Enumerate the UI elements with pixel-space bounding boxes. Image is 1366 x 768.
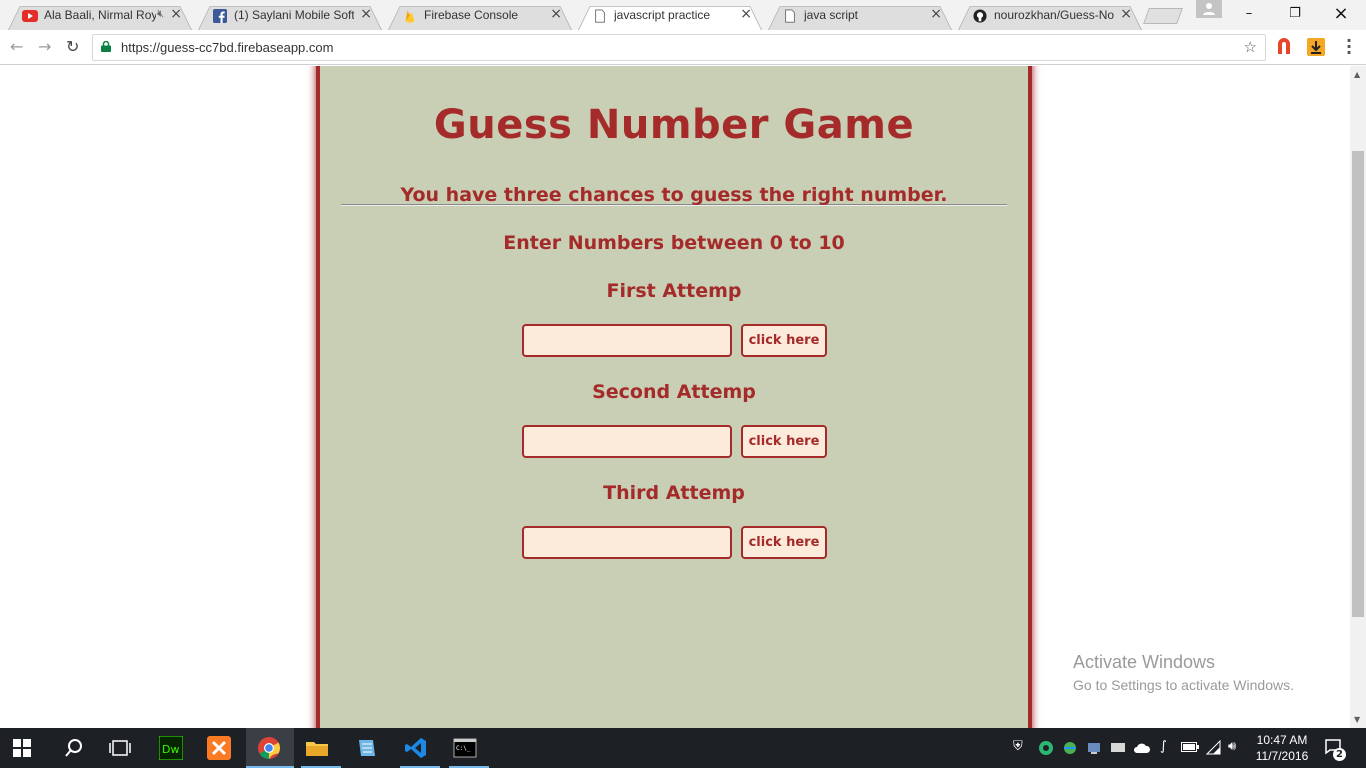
- forward-arrow-icon[interactable]: →: [38, 37, 51, 56]
- page-viewport: Guess Number Game You have three chances…: [0, 66, 1350, 728]
- notepad-icon[interactable]: [355, 736, 379, 760]
- page-icon: [785, 9, 795, 23]
- third-attempt-input[interactable]: [522, 526, 732, 559]
- tab-javascript-practice[interactable]: javascript practice ×: [570, 2, 770, 31]
- third-attempt-label: Third Attemp: [603, 482, 745, 504]
- address-bar[interactable]: https://guess-cc7bd.firebaseapp.com ☆: [92, 34, 1266, 61]
- first-attempt-input[interactable]: [522, 324, 732, 357]
- close-icon[interactable]: ×: [1120, 6, 1132, 22]
- back-arrow-icon[interactable]: ←: [10, 37, 23, 56]
- watermark-subtitle: Go to Settings to activate Windows.: [1073, 677, 1294, 693]
- vertical-scrollbar[interactable]: ▲ ▼: [1350, 66, 1366, 728]
- tab-title: nourozkhan/Guess-No.-: [994, 8, 1114, 22]
- bookmark-star-icon[interactable]: ☆: [1244, 38, 1257, 56]
- scroll-up-arrow-icon[interactable]: ▲: [1354, 70, 1360, 79]
- profile-button[interactable]: [1196, 0, 1222, 18]
- svg-text:Dw: Dw: [162, 743, 179, 756]
- search-icon[interactable]: [62, 736, 86, 760]
- file-explorer-icon[interactable]: [305, 736, 329, 760]
- tab-facebook[interactable]: (1) Saylani Mobile Softw ×: [190, 2, 390, 31]
- close-icon[interactable]: ×: [170, 6, 182, 22]
- lock-icon: [101, 41, 111, 52]
- close-icon[interactable]: ×: [360, 6, 372, 22]
- tab-github[interactable]: nourozkhan/Guess-No.- ×: [950, 2, 1150, 31]
- range-text: Enter Numbers between 0 to 10: [503, 232, 845, 254]
- minimize-button[interactable]: –: [1226, 0, 1272, 28]
- chrome-menu-icon[interactable]: · · ·: [1346, 33, 1352, 61]
- extension-icon[interactable]: [1275, 38, 1293, 56]
- tab-title: Firebase Console: [424, 8, 519, 22]
- third-attempt-button[interactable]: click here: [741, 526, 827, 559]
- restore-button[interactable]: ❐: [1272, 0, 1318, 28]
- intro-text: You have three chances to guess the righ…: [400, 184, 948, 206]
- page-title: Guess Number Game: [433, 102, 915, 148]
- reload-icon[interactable]: ↻: [66, 37, 79, 56]
- close-icon[interactable]: ×: [740, 6, 752, 22]
- system-clock[interactable]: 10:47 AM 11/7/2016: [1254, 732, 1310, 764]
- xampp-icon[interactable]: [207, 736, 231, 760]
- volume-icon[interactable]: 🔊︎: [1228, 739, 1236, 754]
- first-attempt-button[interactable]: click here: [741, 324, 827, 357]
- scroll-down-arrow-icon[interactable]: ▼: [1354, 715, 1360, 724]
- tab-title: Ala Baali, Nirmal Roy: [44, 8, 156, 22]
- taskbar: Dw C:\_ ⛨ ∫ 🔊︎ 10:47 AM 11/7/2016 2: [0, 728, 1366, 768]
- display-icon[interactable]: [1110, 740, 1126, 756]
- visual-studio-code-icon[interactable]: [404, 736, 428, 760]
- security-shield-icon[interactable]: ⛨: [1013, 739, 1023, 754]
- close-icon[interactable]: ×: [930, 6, 942, 22]
- window-close-button[interactable]: ×: [1318, 0, 1364, 28]
- new-tab-button[interactable]: [1143, 8, 1183, 24]
- device-icon[interactable]: [1086, 740, 1102, 756]
- third-attempt-row: click here: [522, 526, 832, 560]
- firebase-icon: [405, 10, 415, 23]
- game-panel: Guess Number Game You have three chances…: [316, 66, 1032, 728]
- command-prompt-icon[interactable]: C:\_: [453, 736, 477, 760]
- second-attempt-button[interactable]: click here: [741, 425, 827, 458]
- tab-strip: Ala Baali, Nirmal Roy 🔇︎ × (1) Saylani M…: [0, 0, 1366, 31]
- tab-title: javascript practice: [614, 8, 711, 22]
- chrome-icon[interactable]: [257, 736, 281, 760]
- bluetooth-icon[interactable]: ∫: [1160, 739, 1167, 754]
- svg-text:C:\_: C:\_: [456, 745, 471, 752]
- tab-java-script[interactable]: java script ×: [760, 2, 960, 31]
- dreamweaver-icon[interactable]: Dw: [159, 736, 183, 760]
- network-app-icon[interactable]: [1062, 740, 1078, 756]
- youtube-icon: [22, 10, 38, 22]
- tab-firebase[interactable]: Firebase Console ×: [380, 2, 580, 31]
- notification-count-badge: 2: [1333, 748, 1346, 761]
- tab-youtube[interactable]: Ala Baali, Nirmal Roy 🔇︎ ×: [0, 2, 200, 31]
- onedrive-cloud-icon[interactable]: [1133, 740, 1151, 756]
- url-text: https://guess-cc7bd.firebaseapp.com: [121, 40, 334, 55]
- task-view-icon[interactable]: [108, 736, 132, 760]
- second-attempt-input[interactable]: [522, 425, 732, 458]
- wifi-icon[interactable]: [1206, 740, 1222, 756]
- battery-icon[interactable]: [1181, 742, 1199, 752]
- app-tray-icon[interactable]: [1038, 740, 1054, 756]
- first-attempt-row: click here: [522, 324, 832, 358]
- speaker-muted-icon[interactable]: 🔇︎: [157, 7, 164, 21]
- watermark-title: Activate Windows: [1073, 652, 1216, 672]
- scrollbar-thumb[interactable]: [1352, 151, 1364, 617]
- second-attempt-label: Second Attemp: [592, 381, 756, 403]
- second-attempt-row: click here: [522, 425, 832, 459]
- page-icon: [595, 9, 605, 23]
- windows-start-icon[interactable]: [13, 739, 31, 757]
- github-icon: [973, 9, 987, 23]
- person-icon: [1203, 3, 1215, 15]
- close-icon[interactable]: ×: [550, 6, 562, 22]
- clock-date: 11/7/2016: [1255, 749, 1309, 763]
- browser-toolbar: ← → ↻ https://guess-cc7bd.firebaseapp.co…: [0, 30, 1366, 65]
- first-attempt-label: First Attemp: [606, 280, 742, 302]
- facebook-icon: [213, 9, 227, 23]
- tab-title: (1) Saylani Mobile Softw: [234, 8, 354, 22]
- tab-title: java script: [804, 8, 859, 22]
- activate-windows-watermark: Activate Windows Go to Settings to activ…: [1073, 652, 1294, 693]
- download-extension-icon[interactable]: [1307, 38, 1325, 56]
- clock-time: 10:47 AM: [1256, 733, 1308, 747]
